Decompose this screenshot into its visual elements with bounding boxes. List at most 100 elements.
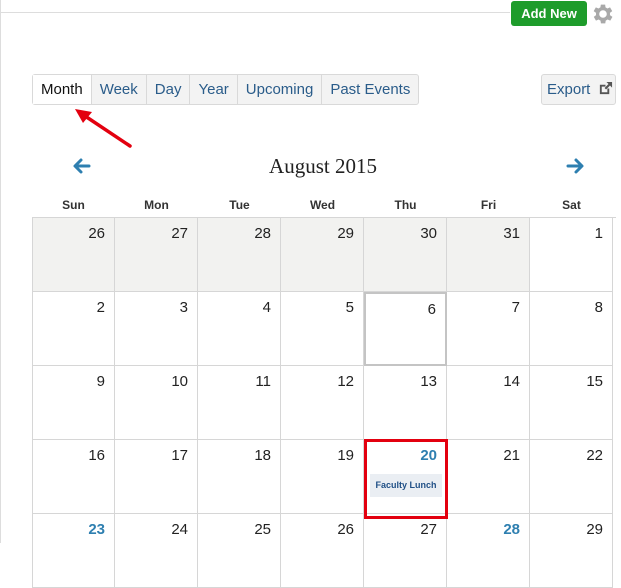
day-number: 27 — [420, 521, 437, 538]
day-cell[interactable]: 31 — [447, 218, 530, 292]
day-cell[interactable]: 29 — [281, 218, 364, 292]
day-cell[interactable]: 26 — [281, 514, 364, 588]
red-arrow-annotation — [75, 109, 132, 148]
day-cell[interactable]: 3 — [115, 292, 198, 366]
day-number: 13 — [420, 373, 437, 390]
add-new-button[interactable]: Add New — [511, 1, 587, 26]
day-cell[interactable]: 21 — [447, 440, 530, 514]
calendar-week-row: 26 27 28 29 30 31 1 — [32, 218, 616, 292]
day-cell[interactable]: 23 — [32, 514, 115, 588]
day-number: 1 — [594, 225, 603, 242]
day-number: 10 — [171, 373, 188, 390]
day-number: 4 — [262, 299, 271, 316]
gear-icon[interactable] — [590, 1, 616, 27]
day-cell[interactable]: 8 — [530, 292, 613, 366]
day-number: 21 — [503, 447, 520, 464]
day-cell[interactable]: 2 — [32, 292, 115, 366]
day-number: 3 — [179, 299, 188, 316]
frame-border-left — [0, 0, 1, 543]
tab-year[interactable]: Year — [190, 75, 238, 104]
day-cell[interactable]: 9 — [32, 366, 115, 440]
day-number: 8 — [594, 299, 603, 316]
view-switcher: Month Week Day Year Upcoming Past Events — [32, 74, 420, 105]
weekday-fri: Fri — [480, 198, 497, 212]
day-number: 17 — [171, 447, 188, 464]
day-cell[interactable]: 30 — [364, 218, 447, 292]
day-cell[interactable]: 10 — [115, 366, 198, 440]
day-cell[interactable]: 29 — [530, 514, 613, 588]
weekday-tue: Tue — [229, 198, 250, 212]
day-number: 25 — [254, 521, 271, 538]
day-cell[interactable]: 16 — [32, 440, 115, 514]
arrow-right-icon[interactable] — [565, 155, 587, 177]
day-cell[interactable]: 14 — [447, 366, 530, 440]
day-number: 29 — [337, 225, 354, 242]
frame-border-top — [0, 12, 510, 13]
tab-past-events[interactable]: Past Events — [322, 75, 418, 104]
calendar-week-row: 23 24 25 26 27 28 29 — [32, 514, 616, 588]
tab-week[interactable]: Week — [92, 75, 147, 104]
day-cell[interactable]: 6 — [364, 292, 447, 366]
day-number: 7 — [511, 299, 520, 316]
tab-upcoming[interactable]: Upcoming — [238, 75, 323, 104]
tab-day[interactable]: Day — [147, 75, 191, 104]
day-cell[interactable]: 28 — [198, 218, 281, 292]
day-number: 22 — [586, 447, 603, 464]
month-title: August 2015 — [269, 154, 377, 178]
tab-month[interactable]: Month — [33, 75, 92, 104]
day-cell[interactable]: 4 — [198, 292, 281, 366]
weekday-sun: Sun — [62, 198, 85, 212]
day-number[interactable]: 28 — [503, 521, 520, 538]
day-number: 6 — [427, 301, 436, 318]
day-number: 26 — [337, 521, 354, 538]
day-number: 15 — [586, 373, 603, 390]
day-cell[interactable]: 17 — [115, 440, 198, 514]
day-cell[interactable]: 25 — [198, 514, 281, 588]
day-cell[interactable]: 24 — [115, 514, 198, 588]
day-cell[interactable]: 27 — [115, 218, 198, 292]
day-cell[interactable]: 22 — [530, 440, 613, 514]
calendar-grid: Sun Mon Tue Wed Thu Fri Sat 26 27 28 29 30 31 1 2 3 4 5 6… — [32, 194, 616, 588]
day-number: 29 — [586, 521, 603, 538]
weekday-thu: Thu — [394, 198, 417, 212]
day-cell[interactable]: 7 — [447, 292, 530, 366]
day-cell[interactable]: 11 — [198, 366, 281, 440]
export-label: Export — [547, 81, 591, 98]
day-number: 9 — [96, 373, 105, 390]
day-cell[interactable]: 28 — [447, 514, 530, 588]
day-number[interactable]: 23 — [88, 521, 105, 538]
red-highlight-annotation — [364, 439, 448, 519]
calendar-week-row: 2 3 4 5 6 7 8 — [32, 292, 616, 366]
day-number: 31 — [503, 225, 520, 242]
weekday-sat: Sat — [562, 198, 581, 212]
external-link-icon — [599, 81, 613, 95]
day-cell[interactable]: 12 — [281, 366, 364, 440]
weekday-mon: Mon — [144, 198, 169, 212]
day-number: 14 — [503, 373, 520, 390]
day-cell[interactable]: 15 — [530, 366, 613, 440]
day-number: 30 — [420, 225, 437, 242]
day-cell[interactable]: 18 — [198, 440, 281, 514]
day-cell[interactable]: 5 — [281, 292, 364, 366]
day-cell[interactable]: 1 — [530, 218, 613, 292]
day-number: 5 — [345, 299, 354, 316]
day-number: 19 — [337, 447, 354, 464]
calendar-week-row: 16 17 18 19 20 Faculty Lunch 21 22 — [32, 440, 616, 514]
calendar-weeks: 26 27 28 29 30 31 1 2 3 4 5 6 7 8 9 10 11 12 13 14 15 16 17 18 1… — [32, 218, 616, 588]
day-number: 27 — [171, 225, 188, 242]
day-number: 12 — [337, 373, 354, 390]
day-number: 18 — [254, 447, 271, 464]
day-number: 26 — [88, 225, 105, 242]
day-cell[interactable]: 26 — [32, 218, 115, 292]
weekday-wed: Wed — [309, 198, 336, 212]
day-cell[interactable]: 13 — [364, 366, 447, 440]
day-number: 11 — [255, 373, 271, 390]
day-number: 28 — [254, 225, 271, 242]
day-cell[interactable]: 27 — [364, 514, 447, 588]
day-number: 24 — [171, 521, 188, 538]
weekday-header: Sun Mon Tue Wed Thu Fri Sat — [32, 194, 616, 218]
day-number: 16 — [88, 447, 105, 464]
calendar-week-row: 9 10 11 12 13 14 15 — [32, 366, 616, 440]
export-button[interactable]: Export — [541, 74, 616, 105]
day-cell[interactable]: 19 — [281, 440, 364, 514]
